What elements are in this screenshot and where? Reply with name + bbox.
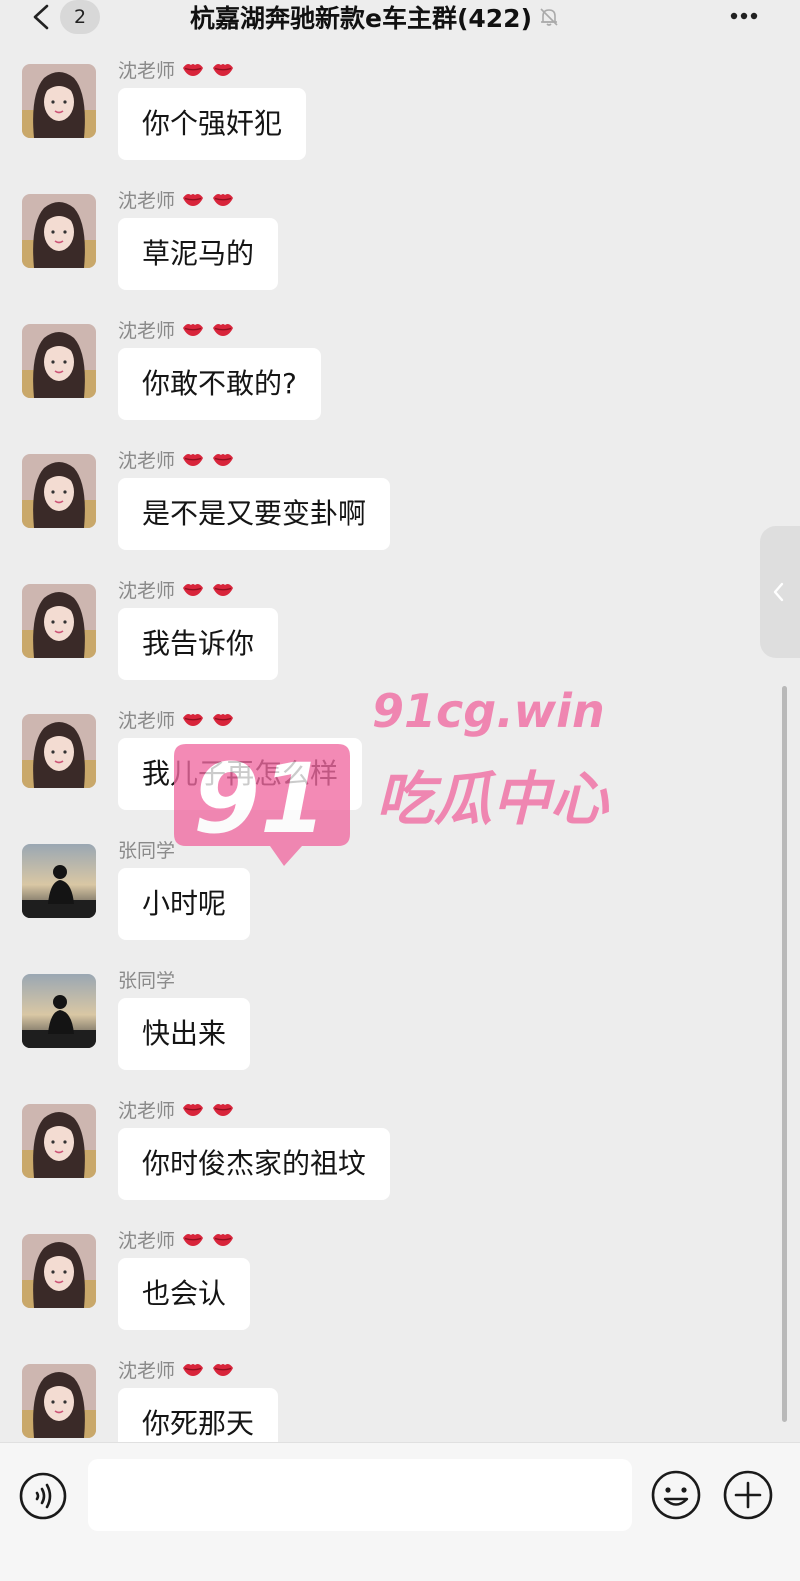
chevron-left-icon[interactable] bbox=[30, 3, 54, 31]
sender-row: 沈老师 bbox=[118, 1356, 235, 1382]
sender-row: 沈老师 bbox=[118, 186, 235, 212]
chevron-left-icon bbox=[773, 582, 784, 602]
sender-name: 张同学 bbox=[118, 969, 176, 992]
unread-count-badge[interactable]: 2 bbox=[60, 0, 100, 34]
message-bubble[interactable]: 你敢不敢的? bbox=[118, 348, 321, 420]
message-item: 沈老师 你个强奸犯 bbox=[0, 50, 760, 180]
girl-avatar[interactable] bbox=[22, 194, 96, 268]
watermark-logo-text: 91 bbox=[193, 743, 327, 855]
sender-row: 沈老师 bbox=[118, 56, 235, 82]
silhouette-avatar[interactable] bbox=[22, 844, 96, 918]
lips-icon bbox=[213, 1364, 234, 1376]
watermark: 91 91cg.win 吃瓜中心 bbox=[150, 680, 630, 890]
lips-icon bbox=[213, 64, 234, 76]
message-bubble[interactable]: 你死那天 bbox=[118, 1388, 279, 1442]
lips-icon bbox=[213, 324, 234, 336]
girl-avatar[interactable] bbox=[22, 64, 96, 138]
plus-circle-icon[interactable] bbox=[722, 1469, 774, 1521]
lips-icon bbox=[213, 1104, 234, 1116]
message-item: 沈老师是不是又要变卦啊 bbox=[0, 440, 760, 570]
input-bar bbox=[0, 1442, 800, 1581]
scrollbar[interactable] bbox=[782, 686, 787, 1422]
lips-icon bbox=[213, 584, 234, 596]
message-item: 沈老师你时俊杰家的祖坟 bbox=[0, 1090, 760, 1220]
message-item: 沈老师 也会认 bbox=[0, 1220, 760, 1350]
sender-name: 沈老师 bbox=[118, 1229, 176, 1252]
girl-avatar[interactable] bbox=[22, 324, 96, 398]
sender-row: 沈老师 bbox=[118, 446, 235, 472]
lips-icon bbox=[213, 454, 234, 466]
message-bubble[interactable]: 快出来 bbox=[118, 998, 251, 1070]
sender-row: 沈老师 bbox=[118, 316, 235, 342]
sender-row: 张同学 bbox=[118, 966, 175, 992]
lips-icon bbox=[183, 64, 204, 76]
lips-icon bbox=[183, 1104, 204, 1116]
lips-icon bbox=[183, 454, 204, 466]
side-drawer-handle[interactable] bbox=[760, 526, 800, 658]
message-item: 沈老师 你死那天 bbox=[0, 1350, 760, 1442]
lips-icon bbox=[183, 584, 204, 596]
watermark-url: 91cg.win bbox=[372, 684, 605, 738]
more-dots-icon[interactable] bbox=[726, 0, 766, 34]
lips-icon bbox=[183, 1234, 204, 1246]
lips-icon bbox=[213, 194, 234, 206]
message-bubble[interactable]: 是不是又要变卦啊 bbox=[118, 478, 391, 550]
message-bubble[interactable]: 也会认 bbox=[118, 1258, 251, 1330]
girl-avatar[interactable] bbox=[22, 454, 96, 528]
girl-avatar[interactable] bbox=[22, 584, 96, 658]
message-item: 张同学 快出来 bbox=[0, 960, 760, 1090]
smiley-icon[interactable] bbox=[650, 1469, 702, 1521]
sender-row: 沈老师 bbox=[118, 576, 235, 602]
sender-name: 沈老师 bbox=[118, 1099, 176, 1122]
girl-avatar[interactable] bbox=[22, 714, 96, 788]
sender-name: 沈老师 bbox=[118, 59, 176, 82]
chat-title: 杭嘉湖奔驰新款e车主群(422) bbox=[190, 4, 532, 33]
watermark-name: 吃瓜中心 bbox=[376, 765, 609, 833]
sender-row: 沈老师 bbox=[118, 1226, 235, 1252]
chat-header: 2 杭嘉湖奔驰新款e车主群(422) bbox=[0, 0, 800, 38]
lips-icon bbox=[183, 194, 204, 206]
girl-avatar[interactable] bbox=[22, 1104, 96, 1178]
message-bubble[interactable]: 我告诉你 bbox=[118, 608, 279, 680]
lips-icon bbox=[183, 324, 204, 336]
sender-name: 沈老师 bbox=[118, 449, 176, 472]
watermark-logo: 91 bbox=[174, 743, 350, 866]
message-input[interactable] bbox=[88, 1459, 632, 1531]
bell-off-icon bbox=[540, 8, 558, 26]
girl-avatar[interactable] bbox=[22, 1364, 96, 1438]
message-bubble[interactable]: 你个强奸犯 bbox=[118, 88, 307, 160]
sender-name: 沈老师 bbox=[118, 1359, 176, 1382]
sender-name: 沈老师 bbox=[118, 579, 176, 602]
message-bubble[interactable]: 你时俊杰家的祖坟 bbox=[118, 1128, 391, 1200]
silhouette-avatar[interactable] bbox=[22, 974, 96, 1048]
girl-avatar[interactable] bbox=[22, 1234, 96, 1308]
lips-icon bbox=[213, 1234, 234, 1246]
message-item: 沈老师你敢不敢的? bbox=[0, 310, 760, 440]
sender-row: 沈老师 bbox=[118, 1096, 235, 1122]
sender-name: 沈老师 bbox=[118, 189, 176, 212]
message-bubble[interactable]: 草泥马的 bbox=[118, 218, 279, 290]
chat-title-group: 杭嘉湖奔驰新款e车主群(422) bbox=[190, 0, 560, 34]
message-item: 沈老师 草泥马的 bbox=[0, 180, 760, 310]
lips-icon bbox=[183, 1364, 204, 1376]
sender-name: 沈老师 bbox=[118, 319, 176, 342]
voice-icon[interactable] bbox=[18, 1471, 68, 1521]
